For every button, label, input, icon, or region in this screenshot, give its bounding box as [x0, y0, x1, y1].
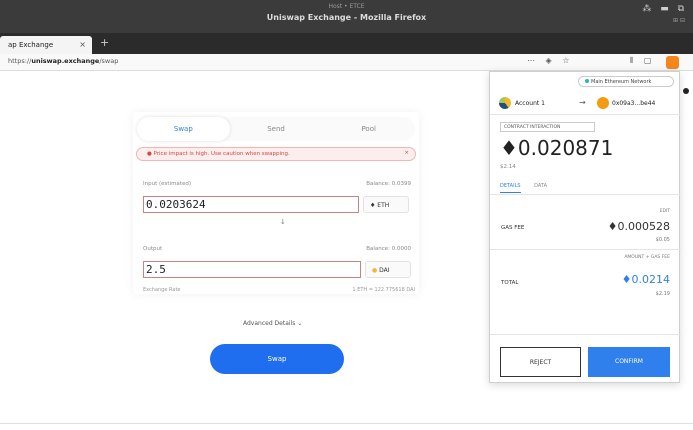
divider: [490, 334, 681, 335]
window-title: Uniswap Exchange - Mozilla Firefox: [266, 13, 427, 22]
gas-fee-usd: $0.05: [655, 237, 670, 243]
network-selector[interactable]: Main Ethereum Network: [578, 76, 674, 87]
metamask-confirm-popup: Main Ethereum Network Account 1 → 0x09a3…: [489, 71, 681, 383]
output-balance: Balance: 0.0000: [366, 246, 411, 252]
advanced-details-toggle[interactable]: Advanced Details ⌄: [243, 320, 302, 327]
tab-details[interactable]: DETAILS: [500, 183, 521, 193]
transaction-amount-usd: $2.14: [500, 164, 516, 170]
output-token-selector[interactable]: ● DAI: [365, 261, 411, 278]
tab-swap[interactable]: Swap: [137, 117, 230, 141]
input-token-selector[interactable]: ♦ ETH: [363, 196, 409, 213]
gas-fee-edit-link[interactable]: EDIT: [660, 209, 670, 214]
total-usd: $2.19: [655, 291, 670, 297]
gas-fee-value: ♦0.000528: [607, 220, 670, 233]
tab-data[interactable]: DATA: [534, 183, 547, 189]
total-value: ♦0.0214: [621, 273, 670, 286]
window-controls[interactable]: ⁂ ▬ ⧉: [642, 4, 687, 14]
from-account-name: Account 1: [515, 100, 545, 107]
window-titlebar: Host • ETCE Uniswap Exchange - Mozilla F…: [0, 0, 693, 33]
exchange-rate-label: Exchange Rate: [143, 287, 181, 293]
to-account-address: 0x09a3...be44: [612, 100, 656, 107]
close-tab-icon[interactable]: ×: [79, 40, 86, 49]
swap-button[interactable]: Swap: [210, 344, 344, 374]
arrow-right-icon: →: [579, 98, 586, 107]
dai-token-icon: ●: [372, 267, 378, 274]
navigation-bar: https://uniswap.exchange/swap ⋯ ◈ ☆ ⫴ ▢: [0, 54, 693, 71]
total-sub-label: AMOUNT + GAS FEE: [624, 255, 670, 260]
from-account-avatar: [499, 97, 511, 109]
divider: [490, 249, 681, 250]
browser-tab[interactable]: ap Exchange ×: [0, 36, 92, 54]
swap-direction-arrow-icon[interactable]: ↓: [280, 218, 286, 226]
input-label: Input (estimated): [143, 181, 191, 187]
price-impact-warning: ● Price impact is high. Use caution when…: [136, 147, 416, 161]
url-bar[interactable]: https://uniswap.exchange/swap: [8, 57, 118, 65]
toolbar-icons[interactable]: ⫴ ▢: [630, 56, 655, 66]
metamask-fox-icon[interactable]: [666, 56, 679, 69]
output-label: Output: [143, 246, 163, 252]
network-status-dot-icon: [585, 79, 589, 83]
window-sub-controls[interactable]: ⊞ ⊟: [673, 17, 685, 24]
contract-interaction-badge: CONTRACT INTERACTION: [500, 122, 595, 132]
input-balance: Balance: 0.0399: [366, 181, 411, 187]
divider: [490, 194, 681, 195]
output-token-symbol: DAI: [379, 267, 390, 274]
swap-nav-tabs: Swap Send Pool: [137, 117, 415, 141]
tab-pool[interactable]: Pool: [322, 117, 415, 141]
total-label: TOTAL: [501, 280, 519, 286]
divider: [490, 114, 681, 115]
extension-dot-icon: [683, 88, 689, 94]
swap-card: Swap Send Pool ● Price impact is high. U…: [133, 112, 419, 294]
page-actions-icons[interactable]: ⋯ ◈ ☆: [527, 56, 573, 65]
close-warning-icon[interactable]: ×: [404, 150, 409, 156]
gas-fee-label: GAS FEE: [501, 225, 525, 231]
reject-button[interactable]: REJECT: [500, 347, 581, 377]
browser-tab-title: ap Exchange: [8, 41, 54, 49]
details-tabs: DETAILS DATA: [500, 183, 547, 193]
exchange-rate-row: Exchange Rate 1 ETH = 122.775618 DAI: [143, 287, 415, 293]
output-amount-field[interactable]: 2.5: [143, 261, 361, 278]
new-tab-button[interactable]: +: [100, 36, 109, 49]
network-name: Main Ethereum Network: [591, 79, 652, 85]
to-account-avatar: [597, 97, 609, 109]
url-path: /swap: [99, 57, 119, 65]
confirm-button[interactable]: CONFIRM: [588, 347, 670, 377]
url-prefix: https://: [8, 57, 32, 65]
tab-send[interactable]: Send: [230, 117, 323, 141]
exchange-rate-value: 1 ETH = 122.775618 DAI: [352, 287, 415, 293]
warning-text: ● Price impact is high. Use caution when…: [147, 151, 290, 157]
url-host: uniswap.exchange: [31, 57, 100, 65]
input-amount-field[interactable]: 0.0203624: [143, 196, 359, 213]
window-host: Host • ETCE: [328, 3, 365, 10]
page-bottom-divider: [0, 423, 693, 424]
transaction-amount: ♦0.020871: [500, 136, 614, 160]
